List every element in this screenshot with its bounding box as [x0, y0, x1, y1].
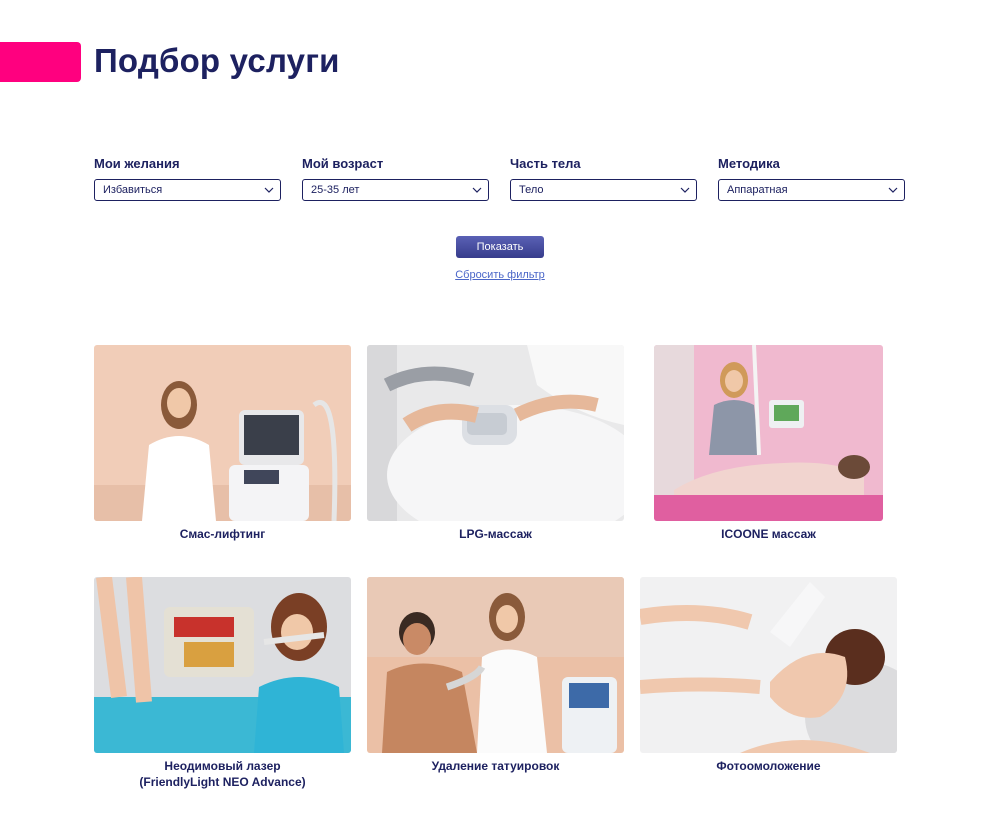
select-value: Избавиться	[103, 184, 163, 196]
service-title: Удаление татуировок	[431, 759, 560, 773]
service-photo	[367, 345, 624, 521]
filter-label: Мои желания	[94, 156, 180, 171]
show-button[interactable]: Показать	[456, 236, 544, 258]
select-value: Тело	[519, 184, 544, 196]
filter-label: Методика	[718, 156, 780, 171]
service-title: Неодимовый лазер (FriendlyLight NEO Adva…	[139, 759, 306, 789]
service-photo	[654, 345, 883, 521]
filter-label: Часть тела	[510, 156, 581, 171]
accent-bar	[0, 42, 81, 82]
body-part-select[interactable]: Тело	[510, 179, 697, 201]
select-value: Аппаратная	[727, 184, 788, 196]
page-title: Подбор услуги	[94, 42, 340, 79]
reset-filter-link[interactable]: Сбросить фильтр	[400, 269, 600, 281]
service-title: Смас-лифтинг	[179, 527, 266, 541]
wishes-select[interactable]: Избавиться	[94, 179, 281, 201]
chevron-down-icon	[680, 185, 690, 195]
service-title: ICOONE массаж	[721, 527, 816, 541]
filter-method: Методика Аппаратная	[718, 156, 905, 201]
chevron-down-icon	[264, 185, 274, 195]
age-select[interactable]: 25-35 лет	[302, 179, 489, 201]
filter-age: Мой возраст 25-35 лет	[302, 156, 489, 201]
filter-label: Мой возраст	[302, 156, 384, 171]
service-photo	[94, 345, 351, 521]
chevron-down-icon	[472, 185, 482, 195]
filters-row: Мои желания Избавиться Мой возраст 25-35…	[94, 156, 905, 201]
service-title: LPG-массаж	[459, 527, 532, 541]
chevron-down-icon	[888, 185, 898, 195]
method-select[interactable]: Аппаратная	[718, 179, 905, 201]
select-value: 25-35 лет	[311, 184, 360, 196]
service-photo	[367, 577, 624, 753]
service-title: Фотоомоложение	[716, 759, 821, 773]
service-photo	[94, 577, 351, 753]
service-photo	[640, 577, 897, 753]
filter-wishes: Мои желания Избавиться	[94, 156, 281, 201]
filter-body-part: Часть тела Тело	[510, 156, 697, 201]
